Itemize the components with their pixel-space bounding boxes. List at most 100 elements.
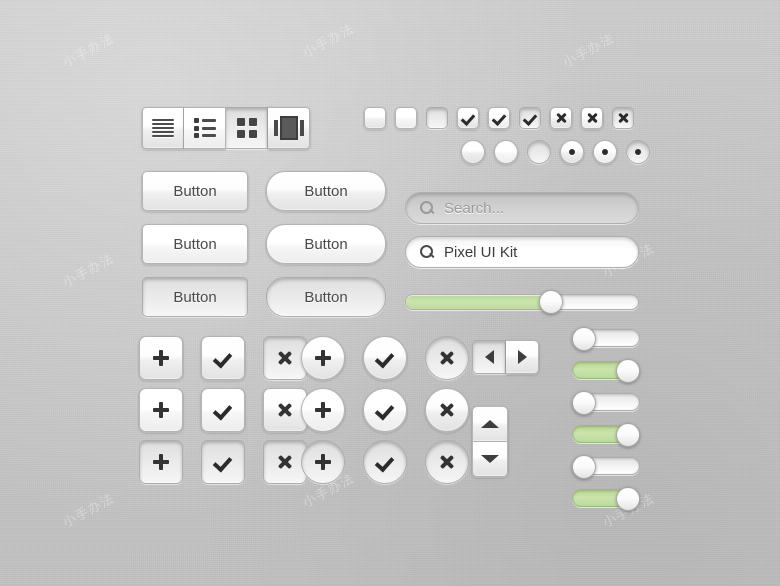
round-icon-button-plus-0-0[interactable] — [301, 336, 345, 380]
square-icon-button-check-0-1[interactable] — [201, 336, 245, 380]
round-icon-button-check-2-1[interactable] — [363, 440, 407, 484]
checkbox-row — [364, 107, 634, 129]
segment-list-view[interactable] — [142, 107, 184, 149]
radio-button-3[interactable] — [560, 140, 584, 164]
square-icon-button-row — [139, 440, 307, 484]
rect-button-1[interactable]: Button — [142, 224, 248, 264]
check-icon — [493, 112, 506, 125]
watermark-text: 小手办法 — [60, 491, 118, 532]
arrow-down-icon — [481, 455, 499, 463]
plus-icon — [315, 402, 331, 418]
view-switcher-segmented-control[interactable] — [142, 107, 310, 149]
pill-button-column: Button Button Button — [266, 171, 386, 317]
watermark-text: 小手办法 — [60, 251, 118, 292]
watermark-text: 小手办法 — [300, 21, 358, 62]
toggle-knob[interactable] — [572, 455, 596, 479]
radio-button-4[interactable] — [593, 140, 617, 164]
check-icon — [214, 454, 232, 470]
rect-button-2[interactable]: Button — [142, 277, 248, 317]
toggle-switch-5[interactable] — [572, 487, 640, 511]
arrow-up-icon — [481, 420, 499, 428]
radio-dot-icon — [569, 149, 575, 155]
round-icon-button-cross-1-2[interactable] — [425, 388, 469, 432]
horizontal-stepper[interactable] — [472, 340, 539, 374]
toggle-switch-2[interactable] — [572, 391, 640, 415]
stepper-left-button[interactable] — [472, 340, 506, 374]
radio-dot-icon — [602, 149, 608, 155]
toggle-knob[interactable] — [616, 423, 640, 447]
toggle-switch-1[interactable] — [572, 359, 640, 383]
radio-row — [461, 140, 650, 164]
cross-icon — [277, 454, 293, 470]
pill-button-1[interactable]: Button — [266, 224, 386, 264]
pill-button-0[interactable]: Button — [266, 171, 386, 211]
cross-icon — [277, 402, 293, 418]
segment-detail-list-view[interactable] — [184, 107, 226, 149]
square-icon-button-check-1-1[interactable] — [201, 388, 245, 432]
round-icon-button-cross-0-2[interactable] — [425, 336, 469, 380]
search-icon — [420, 200, 435, 216]
toggle-knob[interactable] — [616, 487, 640, 511]
toggle-switch-4[interactable] — [572, 455, 640, 479]
cross-icon — [555, 112, 567, 124]
toggle-knob[interactable] — [572, 327, 596, 351]
round-icon-button-row — [301, 440, 469, 484]
progress-slider[interactable] — [405, 290, 639, 314]
radio-dot-icon — [635, 149, 641, 155]
checkbox-2[interactable] — [426, 107, 448, 129]
check-icon — [376, 454, 394, 470]
radio-button-1[interactable] — [494, 140, 518, 164]
plus-icon — [153, 350, 169, 366]
round-icon-button-check-0-1[interactable] — [363, 336, 407, 380]
grid-icon — [236, 118, 257, 138]
checkbox-0[interactable] — [364, 107, 386, 129]
toggle-knob[interactable] — [616, 359, 640, 383]
round-icon-button-plus-2-0[interactable] — [301, 440, 345, 484]
segment-coverflow-view[interactable] — [268, 107, 310, 149]
square-icon-button-plus-1-0[interactable] — [139, 388, 183, 432]
search-icon — [420, 244, 435, 260]
stepper-up-button[interactable] — [472, 406, 508, 442]
cross-icon — [439, 454, 455, 470]
cross-icon — [617, 112, 629, 124]
slider-knob[interactable] — [539, 290, 564, 314]
radio-button-5[interactable] — [626, 140, 650, 164]
checkbox-4[interactable] — [488, 107, 510, 129]
radio-button-0[interactable] — [461, 140, 485, 164]
square-icon-button-row — [139, 388, 307, 432]
stepper-right-button[interactable] — [506, 340, 539, 374]
checkbox-8[interactable] — [612, 107, 634, 129]
toggle-knob[interactable] — [572, 391, 596, 415]
toggle-switch-0[interactable] — [572, 327, 640, 351]
radio-button-2[interactable] — [527, 140, 551, 164]
square-icon-button-check-2-1[interactable] — [201, 440, 245, 484]
segment-grid-view[interactable] — [226, 107, 268, 149]
checkbox-1[interactable] — [395, 107, 417, 129]
progress-slider-wrap — [405, 290, 639, 314]
pill-button-2[interactable]: Button — [266, 277, 386, 317]
checkbox-7[interactable] — [581, 107, 603, 129]
square-icon-button-plus-0-0[interactable] — [139, 336, 183, 380]
toggle-switch-column — [572, 327, 640, 511]
search-input-empty[interactable]: Search... — [405, 192, 639, 224]
square-icon-button-plus-2-0[interactable] — [139, 440, 183, 484]
round-icon-button-plus-1-0[interactable] — [301, 388, 345, 432]
search-field-group: Search... Pixel UI Kit — [405, 192, 639, 268]
plus-icon — [153, 454, 169, 470]
stepper-down-button[interactable] — [472, 442, 508, 477]
checkbox-5[interactable] — [519, 107, 541, 129]
round-icon-button-cross-2-2[interactable] — [425, 440, 469, 484]
checkbox-3[interactable] — [457, 107, 479, 129]
list-lines-icon — [152, 117, 174, 139]
rect-button-0[interactable]: Button — [142, 171, 248, 211]
checkbox-6[interactable] — [550, 107, 572, 129]
search-input-filled[interactable]: Pixel UI Kit — [405, 236, 639, 268]
toggle-switch-3[interactable] — [572, 423, 640, 447]
check-icon — [376, 402, 394, 418]
watermark-text: 小手办法 — [60, 31, 118, 72]
cross-icon — [277, 350, 293, 366]
vertical-stepper[interactable] — [472, 406, 508, 477]
list-bullets-icon — [193, 116, 216, 141]
round-icon-button-row — [301, 336, 469, 380]
round-icon-button-check-1-1[interactable] — [363, 388, 407, 432]
